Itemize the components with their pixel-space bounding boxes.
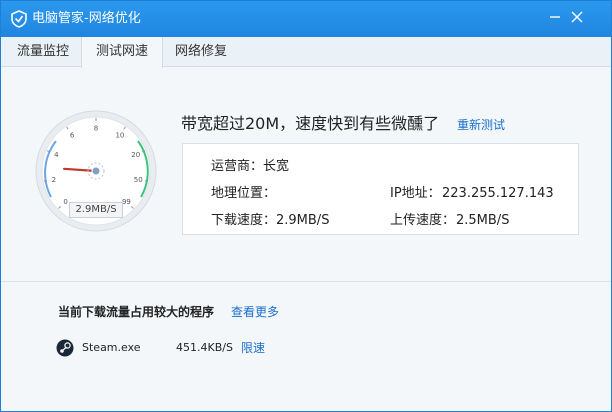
gauge-tick-label: 99 bbox=[122, 198, 131, 206]
download-speed-value: 2.9MB/S bbox=[276, 213, 330, 228]
retest-link[interactable]: 重新测试 bbox=[457, 116, 505, 134]
gauge-tick-label: 4 bbox=[54, 151, 59, 159]
gauge-tick-label: 2 bbox=[52, 176, 56, 184]
gauge-tick-label: 8 bbox=[94, 125, 98, 133]
close-icon[interactable] bbox=[567, 7, 587, 27]
minimize-icon[interactable] bbox=[545, 7, 565, 27]
download-speed-label: 下载速度： bbox=[211, 213, 277, 228]
program-rate: 451.4KB/S bbox=[176, 341, 233, 354]
ip-label: IP地址： bbox=[390, 186, 441, 201]
ip-value: 223.255.127.143 bbox=[442, 186, 554, 201]
upload-speed-value: 2.5MB/S bbox=[456, 213, 510, 228]
program-row: Steam.exe 451.4KB/S 限速 bbox=[56, 337, 356, 359]
section-divider bbox=[1, 281, 611, 282]
top-programs-title: 当前下载流量占用较大的程序 bbox=[58, 305, 215, 319]
window-title: 电脑管家-网络优化 bbox=[32, 11, 141, 26]
program-name: Steam.exe bbox=[82, 341, 141, 354]
tab-network-repair[interactable]: 网络修复 bbox=[161, 37, 241, 67]
gauge-tick-label: 6 bbox=[70, 132, 75, 140]
network-info-card: 运营商： 长宽 地理位置： IP地址： 223.255.127.143 下载速度… bbox=[182, 143, 579, 235]
gauge-tick-mark bbox=[144, 180, 149, 182]
view-more-link[interactable]: 查看更多 bbox=[231, 303, 279, 321]
isp-label: 运营商： bbox=[211, 159, 264, 174]
gauge-tick-mark bbox=[43, 180, 48, 182]
gauge-tick-label: 10 bbox=[115, 132, 124, 140]
tab-traffic-monitor[interactable]: 流量监控 bbox=[3, 37, 83, 67]
gauge-tick-label: 50 bbox=[134, 176, 143, 184]
gauge-tick-label: 20 bbox=[131, 151, 140, 159]
isp-value: 长宽 bbox=[263, 159, 290, 174]
location-label: 地理位置： bbox=[211, 186, 277, 201]
shield-logo-icon bbox=[11, 10, 27, 28]
tab-speed-test[interactable]: 测试网速 bbox=[81, 37, 164, 68]
upload-speed-label: 上传速度： bbox=[390, 213, 456, 228]
gauge-tick-label: 0 bbox=[63, 198, 67, 206]
tab-bar: 流量监控 测试网速 网络修复 bbox=[1, 37, 611, 68]
gauge-readout: 2.9MB/S bbox=[69, 202, 123, 218]
result-headline: 带宽超过20M，速度快到有些微醺了 bbox=[181, 114, 440, 133]
limit-speed-button[interactable]: 限速 bbox=[241, 339, 265, 357]
title-bar[interactable]: 电脑管家-网络优化 bbox=[1, 1, 611, 37]
app-window: 电脑管家-网络优化 流量监控 测试网速 网络修复 0 2 4 6 8 10 20 50 99 2… bbox=[0, 0, 612, 412]
gauge-hub bbox=[91, 166, 101, 176]
steam-icon bbox=[56, 339, 74, 357]
